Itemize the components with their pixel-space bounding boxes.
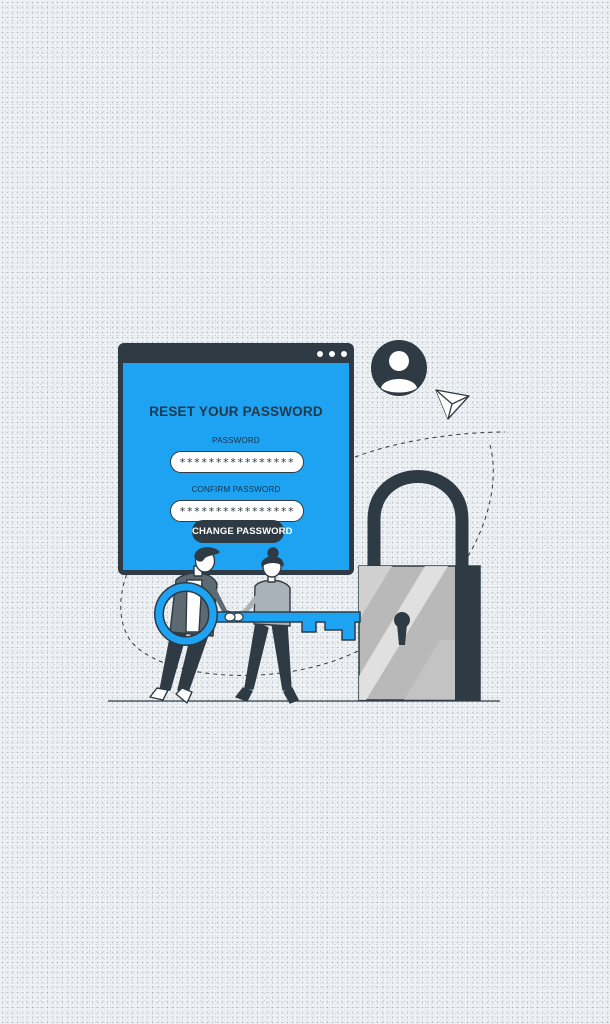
user-avatar-icon bbox=[371, 340, 427, 396]
illustration-stage: RESET YOUR PASSWORD PASSWORD ***********… bbox=[0, 0, 610, 1024]
foreground-illustration bbox=[149, 340, 481, 704]
hands bbox=[224, 612, 244, 622]
paper-plane-icon bbox=[435, 389, 470, 420]
padlock-icon bbox=[358, 470, 481, 701]
person-woman bbox=[231, 547, 299, 704]
